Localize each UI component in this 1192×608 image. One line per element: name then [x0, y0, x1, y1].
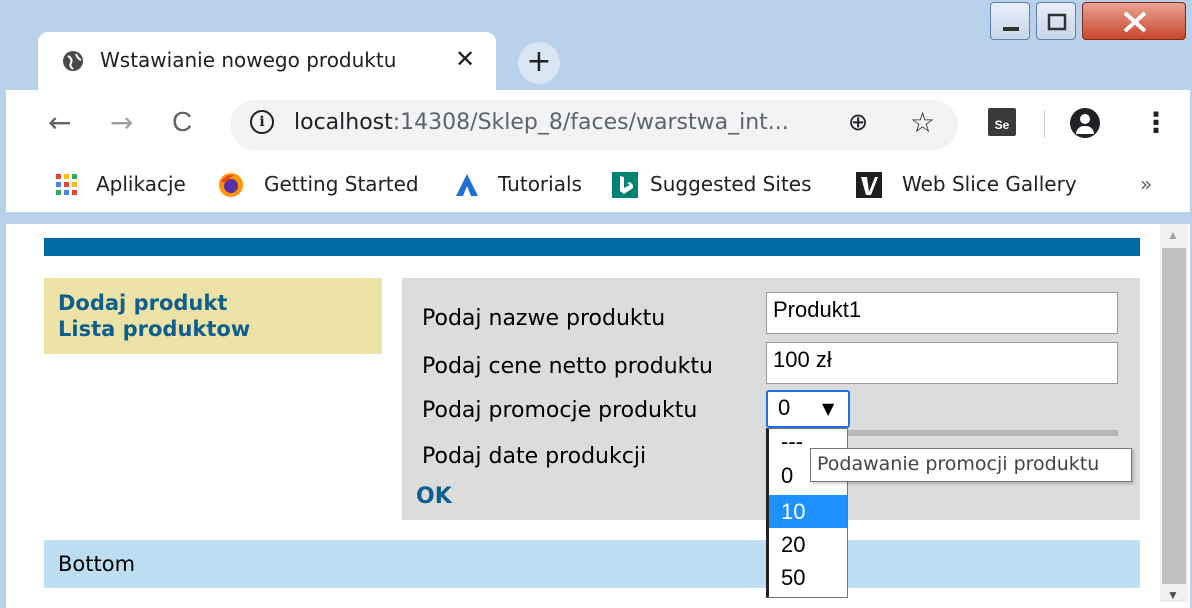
promo-option[interactable]: 20	[769, 528, 847, 561]
footer: Bottom	[44, 540, 1140, 588]
product-name-input[interactable]: Produkt1	[766, 292, 1118, 334]
scroll-down-icon[interactable]: ▼	[1167, 588, 1179, 602]
add-product-link[interactable]: Dodaj produkt	[58, 290, 368, 316]
production-date-label: Podaj date produkcji	[422, 444, 647, 469]
tooltip: Podawanie promocji produktu	[810, 448, 1132, 482]
header-bar	[44, 238, 1140, 256]
scrollbar-thumb[interactable]	[1162, 248, 1186, 584]
bookmark-web-slice-gallery[interactable]: Web Slice Gallery	[902, 172, 1077, 196]
toolbar-divider	[1044, 110, 1045, 138]
bookmarks-overflow-icon[interactable]: »	[1140, 172, 1152, 196]
promo-select[interactable]: 0	[766, 390, 850, 428]
selenium-extension-icon[interactable]: Se	[988, 108, 1016, 136]
product-promo-label: Podaj promocje produktu	[422, 398, 698, 423]
tab-close-icon[interactable]: ✕	[455, 45, 475, 73]
url-path: :14308/Sklep_8/faces/warstwa_int...	[392, 110, 789, 135]
sidebar: Dodaj produkt Lista produktow	[44, 278, 382, 354]
minimize-icon	[1003, 27, 1019, 31]
apps-grid-icon[interactable]	[54, 172, 80, 198]
bookmark-aplikacje[interactable]: Aplikacje	[96, 172, 186, 196]
production-date-input[interactable]	[846, 430, 1118, 436]
product-name-label: Podaj nazwe produktu	[422, 306, 666, 331]
window-close-button[interactable]	[1082, 2, 1186, 40]
close-icon	[1123, 11, 1147, 33]
zoom-icon[interactable]: ⊕	[848, 108, 868, 136]
promo-option[interactable]: 50	[769, 561, 847, 594]
globe-icon	[63, 51, 83, 71]
forward-icon[interactable]: →	[110, 106, 133, 139]
info-icon[interactable]: i	[250, 110, 274, 134]
tab-title: Wstawianie nowego produktu	[100, 48, 397, 72]
product-price-input[interactable]: 100 zł	[766, 342, 1118, 384]
reload-icon[interactable]: C	[172, 106, 192, 138]
bing-icon[interactable]	[612, 172, 638, 198]
dropdown-arrow-icon: ▼	[822, 399, 835, 418]
bookmark-suggested-sites[interactable]: Suggested Sites	[650, 172, 812, 196]
bookmark-star-icon[interactable]: ☆	[910, 106, 935, 139]
bookmark-getting-started[interactable]: Getting Started	[264, 172, 419, 196]
profile-icon[interactable]	[1070, 108, 1100, 138]
bookmark-tutorials[interactable]: Tutorials	[498, 172, 582, 196]
product-list-link[interactable]: Lista produktow	[58, 316, 368, 342]
minimize-button[interactable]	[990, 2, 1030, 40]
menu-icon[interactable]: ⋮	[1142, 106, 1170, 139]
url-text[interactable]: localhost:14308/Sklep_8/faces/warstwa_in…	[294, 110, 789, 135]
back-icon[interactable]: ←	[48, 106, 71, 139]
new-tab-button[interactable]: +	[518, 42, 560, 84]
web-slice-icon[interactable]	[856, 172, 882, 198]
url-host: localhost	[294, 110, 393, 135]
maximize-button[interactable]	[1036, 2, 1076, 40]
ok-button[interactable]: OK	[416, 484, 452, 509]
atlassian-icon[interactable]	[454, 172, 480, 198]
product-price-label: Podaj cene netto produktu	[422, 354, 713, 379]
firefox-icon[interactable]	[218, 172, 244, 198]
maximize-icon	[1047, 13, 1067, 31]
scroll-up-icon[interactable]: ▲	[1167, 228, 1179, 242]
promo-option-highlighted[interactable]: 10	[769, 495, 847, 528]
